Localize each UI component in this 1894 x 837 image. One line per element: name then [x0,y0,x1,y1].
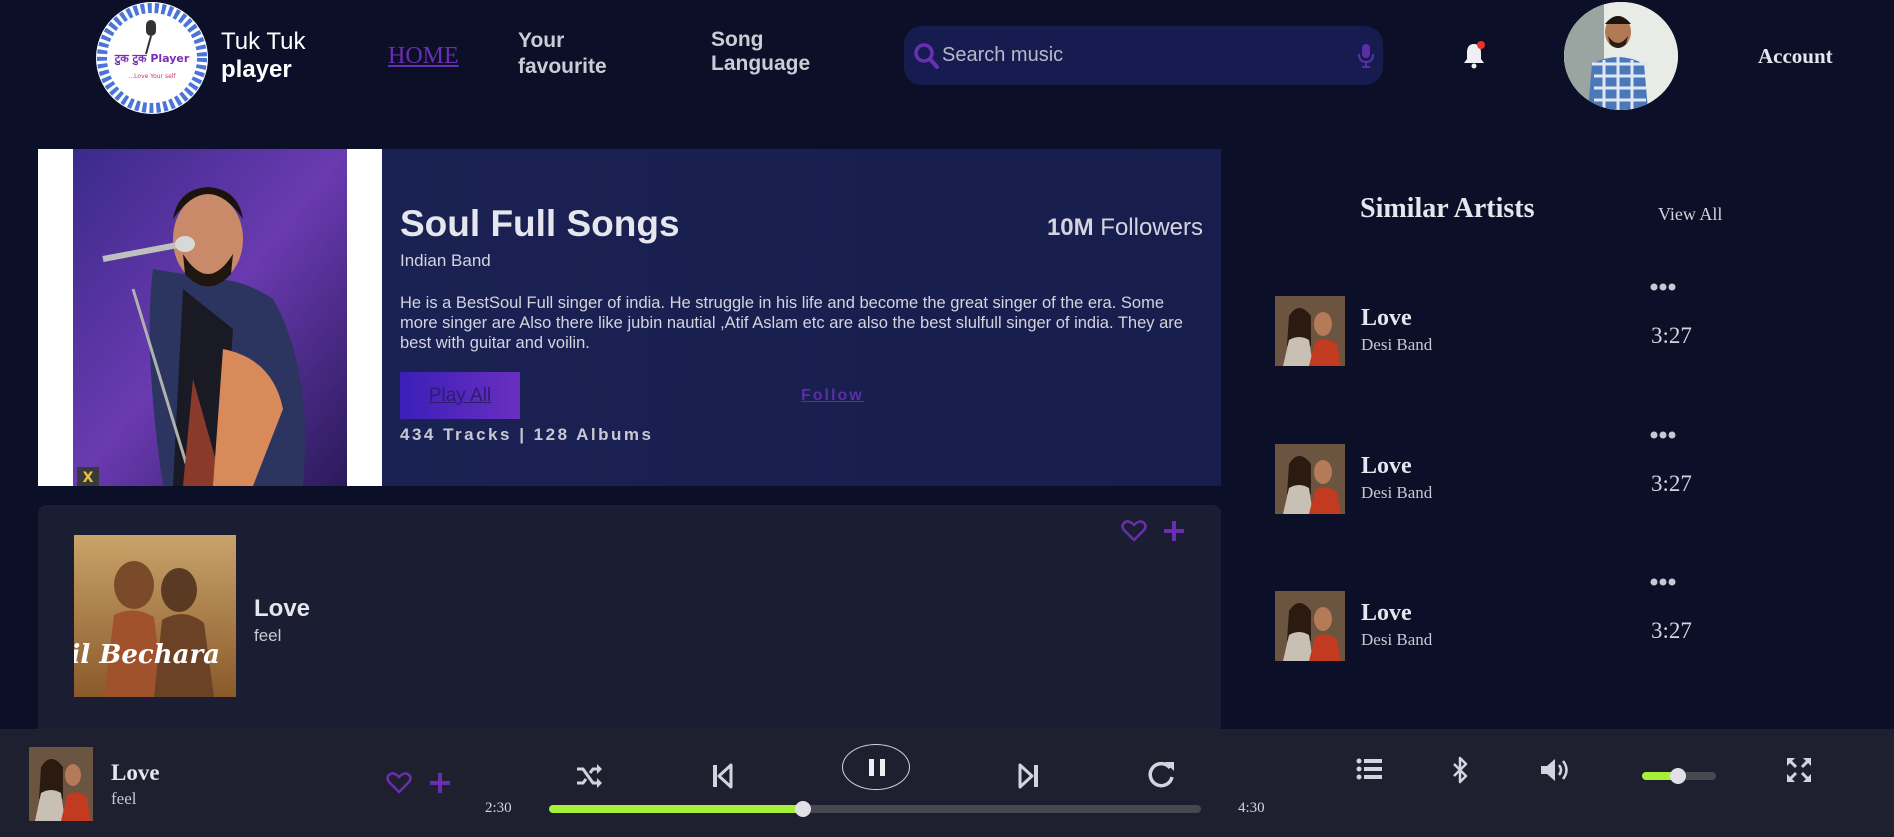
player-bar: Love feel 2:30 4:30 [0,729,1894,837]
similar-artist-cover [1275,296,1345,366]
brand-line-1: Tuk Tuk [221,28,306,55]
volume-handle[interactable] [1669,768,1686,784]
pause-button[interactable] [842,744,910,790]
shuffle-icon[interactable] [575,763,603,789]
fullscreen-icon[interactable] [1786,757,1812,783]
current-time: 2:30 [485,800,512,816]
avatar-photo [1564,2,1678,110]
more-options-icon[interactable] [1650,577,1676,587]
similar-artist-item[interactable]: Love Desi Band 3:27 [1275,282,1705,374]
previous-track-icon[interactable] [711,763,733,789]
similar-artist-subtitle: Desi Band [1361,483,1433,502]
search-input[interactable] [942,40,1332,70]
now-playing-cover [29,747,93,821]
total-time: 4:30 [1238,800,1265,816]
followers-count: 10M Followers [1047,214,1203,242]
follow-link[interactable]: Follow [801,387,864,405]
search-icon[interactable] [913,42,939,70]
brand-line-2: player [221,56,292,83]
tracks-albums-info: 434 Tracks | 128 Albums [400,425,654,444]
repeat-icon[interactable] [1147,760,1175,790]
volume-icon[interactable] [1539,757,1571,783]
heart-icon[interactable] [1121,519,1147,543]
microphone-icon[interactable] [1357,43,1375,69]
heart-icon[interactable] [386,771,412,795]
search-bar [904,26,1383,85]
album-cover-image: Dil Bechara [74,535,236,697]
song-cover: Dil Bechara [74,535,236,697]
similar-artist-duration: 3:27 [1651,618,1692,643]
artist-subtitle: Indian Band [400,251,491,270]
microphone-logo-icon: टुक टुक Player ...Love Your self [97,3,207,113]
song-card[interactable]: Dil Bechara Love feel [38,505,1221,735]
similar-artist-subtitle: Desi Band [1361,335,1433,354]
cover-text: Dil Bechara [74,640,220,670]
song-title: Love [254,595,311,622]
similar-artist-title: Love [1361,305,1412,331]
nav-favourite-link[interactable]: Your favourite [518,28,648,80]
brand-name: Tuk Tuk player [221,28,305,84]
similar-artist-duration: 3:27 [1651,323,1692,348]
next-track-icon[interactable] [1018,763,1040,789]
followers-number: 10M [1046,214,1094,241]
similar-artist-title: Love [1361,453,1412,479]
svg-text:X: X [83,470,94,486]
similar-artists-heading: Similar Artists [1360,193,1535,224]
artist-card: X Soul Full Songs Indian Band 10M Follow… [38,149,1221,486]
artist-image: X [73,149,347,486]
album-cover-image [1275,444,1345,514]
bluetooth-icon[interactable] [1451,756,1469,784]
svg-text:टुक टुक Player: टुक टुक Player [114,52,190,66]
more-options-icon[interactable] [1650,430,1676,440]
notification-bell-icon[interactable] [1462,40,1486,70]
nav-language-link[interactable]: Song Language [711,28,841,76]
followers-label: Followers [1100,214,1203,241]
nav-home-link[interactable]: HOME [388,43,459,70]
header: टुक टुक Player ...Love Your self Tuk Tuk… [0,0,1894,114]
progress-bar[interactable] [549,801,1201,817]
svg-text:...Love Your self: ...Love Your self [128,73,176,80]
plus-icon[interactable] [428,771,452,795]
plus-icon[interactable] [1162,519,1186,543]
pause-icon [869,759,885,776]
play-all-button[interactable]: Play All [400,372,520,419]
album-cover-image [1275,296,1345,366]
similar-artist-cover [1275,591,1345,661]
now-playing-subtitle: feel [111,789,137,808]
volume-slider[interactable] [1642,768,1716,784]
similar-artist-cover [1275,444,1345,514]
more-options-icon[interactable] [1650,282,1676,292]
song-subtitle: feel [254,626,282,645]
now-playing-title: Love [111,760,160,785]
artist-description: He is a BestSoul Full singer of india. H… [400,294,1183,352]
album-cover-image [1275,591,1345,661]
logo[interactable]: टुक टुक Player ...Love Your self [96,2,208,114]
album-cover-image [29,747,93,821]
similar-artist-title: Love [1361,600,1412,626]
account-link[interactable]: Account [1758,44,1833,69]
user-avatar[interactable] [1564,2,1678,110]
similar-artist-subtitle: Desi Band [1361,630,1433,649]
artist-photo: X [38,149,382,486]
progress-fill [549,805,804,813]
playlist-icon[interactable] [1356,757,1382,781]
similar-artist-duration: 3:27 [1651,471,1692,496]
artist-title: Soul Full Songs [400,203,680,244]
progress-handle[interactable] [795,801,812,817]
similar-artist-item[interactable]: Love Desi Band 3:27 [1275,577,1705,669]
view-all-link[interactable]: View All [1658,204,1722,225]
similar-artist-item[interactable]: Love Desi Band 3:27 [1275,430,1705,522]
